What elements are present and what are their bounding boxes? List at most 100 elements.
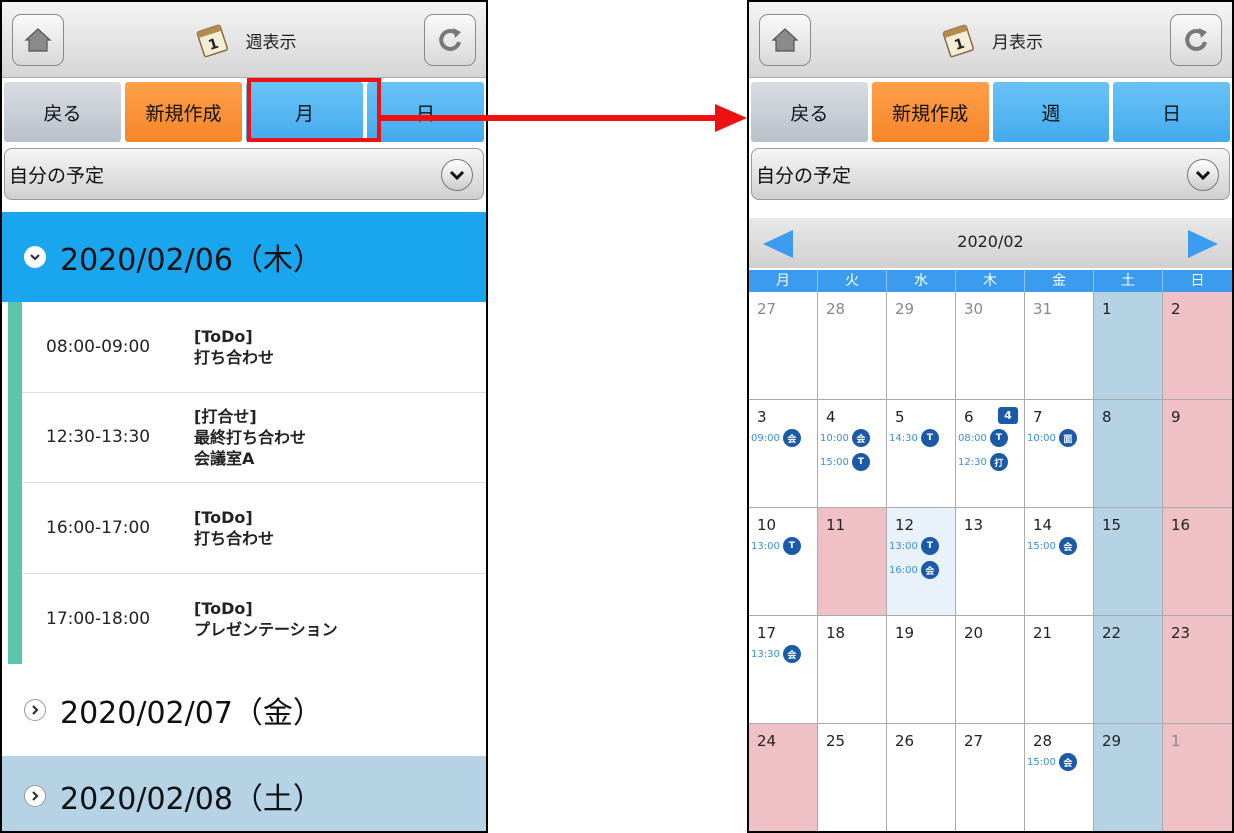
new-button[interactable]: 新規作成 xyxy=(125,82,242,142)
cell-event[interactable]: 09:00 会 xyxy=(751,426,801,450)
calendar-day-cell[interactable]: 31 xyxy=(1025,292,1094,400)
calendar-day-cell[interactable]: 13 xyxy=(956,508,1025,616)
calendar-day-cell[interactable]: 1 xyxy=(1094,292,1163,400)
day-date: 2020/02/08（土） xyxy=(60,782,323,817)
calendar-day-cell[interactable]: 4 10:00 会 15:00 T xyxy=(818,400,887,508)
cell-event[interactable]: 13:00 T xyxy=(889,534,939,558)
back-button[interactable]: 戻る xyxy=(4,82,121,142)
weekday-label: 水 xyxy=(887,270,956,292)
calendar-day-cell[interactable]: 27 xyxy=(956,724,1025,831)
event-type-icon: T xyxy=(782,537,801,555)
calendar-day-cell[interactable]: 27 xyxy=(749,292,818,400)
cell-event[interactable]: 15:00 会 xyxy=(1027,750,1077,774)
cell-event[interactable]: 12:30 打 xyxy=(958,450,1008,474)
calendar-day-cell[interactable]: 22 xyxy=(1094,616,1163,724)
week-button[interactable]: 週 xyxy=(992,82,1110,142)
event-item[interactable]: 08:00-09:00 [ToDo] 打ち合わせ xyxy=(22,302,486,393)
cell-event[interactable]: 10:00 会 xyxy=(820,426,870,450)
calendar-icon: 1 xyxy=(938,20,978,60)
day-header-collapsed[interactable]: 2020/02/07（金） xyxy=(2,666,486,754)
calendar-day-cell[interactable]: 26 xyxy=(887,724,956,831)
cell-event[interactable]: 13:30 会 xyxy=(751,642,801,666)
calendar-day-cell[interactable]: 12 13:00 T 16:00 会 xyxy=(887,508,956,616)
day-number: 29 xyxy=(895,300,915,318)
new-button[interactable]: 新規作成 xyxy=(871,82,989,142)
event-type-icon: 面 xyxy=(1058,429,1077,447)
calendar-day-cell[interactable]: 14 15:00 会 xyxy=(1025,508,1094,616)
cell-event[interactable]: 14:30 T xyxy=(889,426,939,450)
day-number: 9 xyxy=(1171,408,1181,426)
schedule-select-label: 自分の予定 xyxy=(9,164,105,187)
day-number: 25 xyxy=(826,732,846,750)
refresh-button[interactable] xyxy=(424,14,476,66)
back-button[interactable]: 戻る xyxy=(751,82,868,142)
calendar-day-cell[interactable]: 20 xyxy=(956,616,1025,724)
event-line: [ToDo] xyxy=(194,326,253,346)
cell-event-list: 10:00 会 15:00 T xyxy=(820,426,870,474)
refresh-button[interactable] xyxy=(1170,14,1222,66)
calendar-day-cell[interactable]: 28 xyxy=(818,292,887,400)
calendar-day-cell[interactable]: 15 xyxy=(1094,508,1163,616)
event-list: 08:00-09:00 [ToDo] 打ち合わせ 12:30-13:30 [打合… xyxy=(8,302,486,664)
next-month-icon[interactable] xyxy=(1186,228,1220,260)
weekday-label: 火 xyxy=(818,270,887,292)
day-date: 2020/02/06（木） xyxy=(60,243,323,278)
calendar-day-cell[interactable]: 1 xyxy=(1163,724,1232,831)
calendar-day-cell[interactable]: 5 14:30 T xyxy=(887,400,956,508)
calendar-day-cell[interactable]: 7 10:00 面 xyxy=(1025,400,1094,508)
day-button[interactable]: 日 xyxy=(1113,82,1230,142)
day-header-collapsed[interactable]: 2020/02/08（土） xyxy=(2,756,486,831)
cell-event[interactable]: 15:00 T xyxy=(820,450,870,474)
calendar-day-cell[interactable]: 28 15:00 会 xyxy=(1025,724,1094,831)
calendar-day-cell[interactable]: 30 xyxy=(956,292,1025,400)
event-line: プレゼンテーション xyxy=(194,619,338,639)
cell-event[interactable]: 15:00 会 xyxy=(1027,534,1077,558)
day-number: 22 xyxy=(1102,624,1122,642)
day-number: 20 xyxy=(964,624,984,642)
event-time: 08:00-09:00 xyxy=(46,336,151,357)
cell-event-list: 13:30 会 xyxy=(751,642,801,666)
event-item[interactable]: 17:00-18:00 [ToDo] プレゼンテーション xyxy=(22,574,486,665)
chevron-down-icon xyxy=(24,246,46,268)
calendar-day-cell[interactable]: 19 xyxy=(887,616,956,724)
calendar-day-cell[interactable]: 18 xyxy=(818,616,887,724)
calendar-day-cell[interactable]: 9 xyxy=(1163,400,1232,508)
calendar-day-cell[interactable]: 29 xyxy=(887,292,956,400)
calendar-day-cell[interactable]: 2 xyxy=(1163,292,1232,400)
schedule-select[interactable]: 自分の予定 xyxy=(4,148,484,200)
chevron-down-icon xyxy=(441,159,473,191)
calendar-day-cell[interactable]: 29 xyxy=(1094,724,1163,831)
cell-event-list: 10:00 面 xyxy=(1027,426,1077,450)
chevron-right-icon xyxy=(24,785,46,807)
cell-event[interactable]: 10:00 面 xyxy=(1027,426,1077,450)
event-detail: [打合せ] 最終打ち合わせ 会議室A xyxy=(182,406,306,469)
cell-event[interactable]: 16:00 会 xyxy=(889,558,939,582)
calendar-day-cell[interactable]: 6 4 08:00 T 12:30 打 xyxy=(956,400,1025,508)
event-item[interactable]: 12:30-13:30 [打合せ] 最終打ち合わせ 会議室A xyxy=(22,393,486,483)
event-item[interactable]: 16:00-17:00 [ToDo] 打ち合わせ xyxy=(22,483,486,574)
calendar-day-cell[interactable]: 10 13:00 T xyxy=(749,508,818,616)
schedule-select-label: 自分の予定 xyxy=(756,164,852,187)
calendar-day-cell[interactable]: 8 xyxy=(1094,400,1163,508)
calendar-day-cell[interactable]: 21 xyxy=(1025,616,1094,724)
arrow-right-icon xyxy=(381,104,747,132)
day-number: 5 xyxy=(895,408,905,426)
calendar-day-cell[interactable]: 16 xyxy=(1163,508,1232,616)
day-number: 2 xyxy=(1171,300,1181,318)
day-number: 31 xyxy=(1033,300,1053,318)
day-header-expanded[interactable]: 2020/02/06（木） xyxy=(2,212,486,302)
cell-event[interactable]: 13:00 T xyxy=(751,534,801,558)
schedule-select[interactable]: 自分の予定 xyxy=(751,148,1230,200)
calendar-day-cell[interactable]: 11 xyxy=(818,508,887,616)
day-number: 30 xyxy=(964,300,984,318)
calendar-day-cell[interactable]: 25 xyxy=(818,724,887,831)
cell-event-time: 13:00 xyxy=(889,540,918,552)
calendar-day-cell[interactable]: 17 13:30 会 xyxy=(749,616,818,724)
calendar-day-cell[interactable]: 23 xyxy=(1163,616,1232,724)
event-type-icon: 会 xyxy=(782,645,801,663)
calendar-day-cell[interactable]: 24 xyxy=(749,724,818,831)
cell-event[interactable]: 08:00 T xyxy=(958,426,1008,450)
day-number: 28 xyxy=(1033,732,1053,750)
calendar-day-cell[interactable]: 3 09:00 会 xyxy=(749,400,818,508)
day-number: 11 xyxy=(826,516,846,534)
